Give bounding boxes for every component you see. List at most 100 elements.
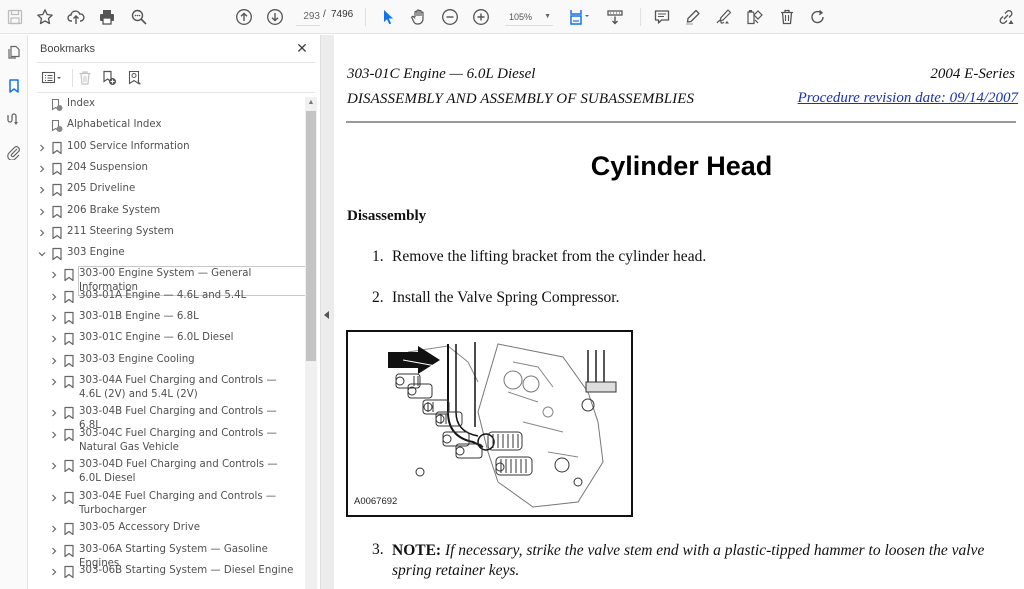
select-cursor-icon[interactable] [377, 6, 399, 28]
chevron-right-icon[interactable] [49, 292, 59, 302]
chevron-right-icon[interactable] [37, 228, 47, 238]
scroll-up-icon[interactable]: ▲ [305, 97, 317, 109]
chevron-right-icon[interactable] [37, 143, 47, 153]
bookmark-label: 303-03 Engine Cooling [79, 353, 195, 365]
valve-spring-compressor-figure: A0067692 [346, 330, 633, 517]
bookmark-icon [6, 78, 22, 99]
divider [37, 92, 315, 93]
bookmarks-scrollbar[interactable]: ▲ [305, 97, 317, 589]
figure-id: A0067692 [354, 496, 398, 507]
chevron-right-icon[interactable] [49, 546, 59, 556]
chevron-right-icon[interactable] [49, 430, 59, 440]
bookmark-label: 303-01A Engine — 4.6L and 5.4L [79, 289, 247, 301]
bookmark-search-icon[interactable] [125, 68, 145, 88]
star-icon[interactable] [34, 6, 56, 28]
upload-cloud-icon[interactable] [65, 6, 87, 28]
bookmark-icon [51, 183, 63, 197]
divider [37, 62, 315, 63]
bookmark-label: 205 Driveline [67, 183, 136, 195]
delete-bookmark-icon[interactable] [75, 68, 95, 88]
chevron-right-icon[interactable] [49, 524, 59, 534]
bookmark-icon [63, 332, 75, 346]
scroll-thumb[interactable] [306, 111, 316, 361]
page-number-input[interactable]: 293 [296, 8, 320, 26]
close-icon[interactable]: ✕ [294, 41, 310, 57]
chevron-right-icon[interactable] [49, 334, 59, 344]
zoom-in-icon[interactable] [470, 6, 492, 28]
scroll-mode-icon[interactable] [604, 6, 626, 28]
header-rule [346, 121, 1016, 123]
pages-icon [6, 44, 22, 65]
bookmarks-toolbar [37, 66, 315, 90]
step-number: 3. [372, 541, 384, 558]
step-number: 2. [372, 289, 384, 306]
options-list-icon[interactable] [39, 68, 65, 88]
page-separator: / [323, 9, 326, 20]
index-bookmark-icon [51, 98, 63, 112]
delete-icon[interactable] [776, 6, 798, 28]
page-fit-icon[interactable] [566, 6, 594, 28]
bookmark-label: Index [67, 98, 96, 109]
sign-icon[interactable] [713, 6, 735, 28]
new-bookmark-icon[interactable] [99, 68, 119, 88]
stamp-icon[interactable] [744, 6, 766, 28]
caret-down-icon: ▼ [544, 13, 551, 20]
chevron-down-icon[interactable] [37, 249, 47, 259]
chevron-right-icon[interactable] [37, 164, 47, 174]
bookmark-icon [63, 544, 75, 558]
bookmark-icon [63, 459, 75, 473]
zoom-level-select[interactable]: 105% ▼ [505, 8, 553, 26]
zoom-level-value: 105% [509, 12, 533, 22]
bookmark-label: 303-04E Fuel Charging and Controls — Tur… [79, 490, 277, 516]
bookmark-label: 206 Brake System [67, 204, 161, 216]
bookmark-label: 303-04D Fuel Charging and Controls — 6.0… [79, 459, 278, 485]
bookmark-icon [51, 205, 63, 219]
panel-splitter[interactable] [320, 35, 334, 589]
collapse-panel-icon[interactable] [324, 311, 329, 319]
section-heading: Disassembly [347, 208, 427, 224]
bookmark-icon [51, 141, 63, 155]
chevron-right-icon[interactable] [49, 377, 59, 387]
bookmark-label: 303-04C Fuel Charging and Controls — Nat… [79, 427, 277, 453]
total-pages: 7496 [331, 9, 354, 20]
bookmark-icon [63, 375, 75, 389]
step-text: Remove the lifting bracket from the cyli… [392, 248, 707, 265]
previous-page-icon[interactable] [233, 6, 255, 28]
rail-bookmarks-button[interactable] [3, 77, 25, 99]
zoom-out-icon[interactable] [439, 6, 461, 28]
chevron-right-icon[interactable] [49, 567, 59, 577]
rotate-icon[interactable] [807, 6, 829, 28]
revision-date-link[interactable]: Procedure revision date: 09/14/2007 [798, 90, 1018, 107]
chevron-right-icon[interactable] [49, 461, 59, 471]
chevron-right-icon[interactable] [37, 207, 47, 217]
rail-attachments-button[interactable] [3, 143, 25, 165]
chevron-right-icon[interactable] [37, 185, 47, 195]
comment-icon[interactable] [651, 6, 673, 28]
chevron-right-icon[interactable] [49, 408, 59, 418]
rail-signatures-button[interactable] [3, 110, 25, 132]
page-title: Cylinder Head [590, 151, 773, 181]
step-item: 3. NOTE: If necessary, strike the valve … [372, 541, 1012, 581]
left-navigation-rail [0, 35, 28, 589]
step-text: NOTE: If necessary, strike the valve ste… [392, 541, 1012, 581]
bookmark-label: Alphabetical Index [67, 119, 162, 131]
chevron-right-icon[interactable] [49, 313, 59, 323]
step-text: Install the Valve Spring Compressor. [392, 289, 620, 306]
bookmark-label: 303-04A Fuel Charging and Controls — 4.6… [79, 374, 277, 400]
chevron-right-icon[interactable] [49, 356, 59, 366]
highlight-icon[interactable] [682, 6, 704, 28]
bookmark-icon [51, 226, 63, 240]
toolbar-divider [72, 69, 73, 87]
rail-pages-button[interactable] [3, 43, 25, 65]
hand-icon[interactable] [408, 6, 430, 28]
paperclip-icon [6, 144, 22, 165]
find-zoom-icon[interactable] [128, 6, 150, 28]
share-link-icon[interactable] [995, 6, 1017, 28]
chevron-right-icon[interactable] [49, 493, 59, 503]
chevron-right-icon[interactable] [49, 270, 59, 280]
bookmark-icon [63, 406, 75, 420]
save-icon[interactable] [4, 6, 26, 28]
bookmark-icon [63, 491, 75, 505]
print-icon[interactable] [96, 6, 118, 28]
next-page-icon[interactable] [264, 6, 286, 28]
